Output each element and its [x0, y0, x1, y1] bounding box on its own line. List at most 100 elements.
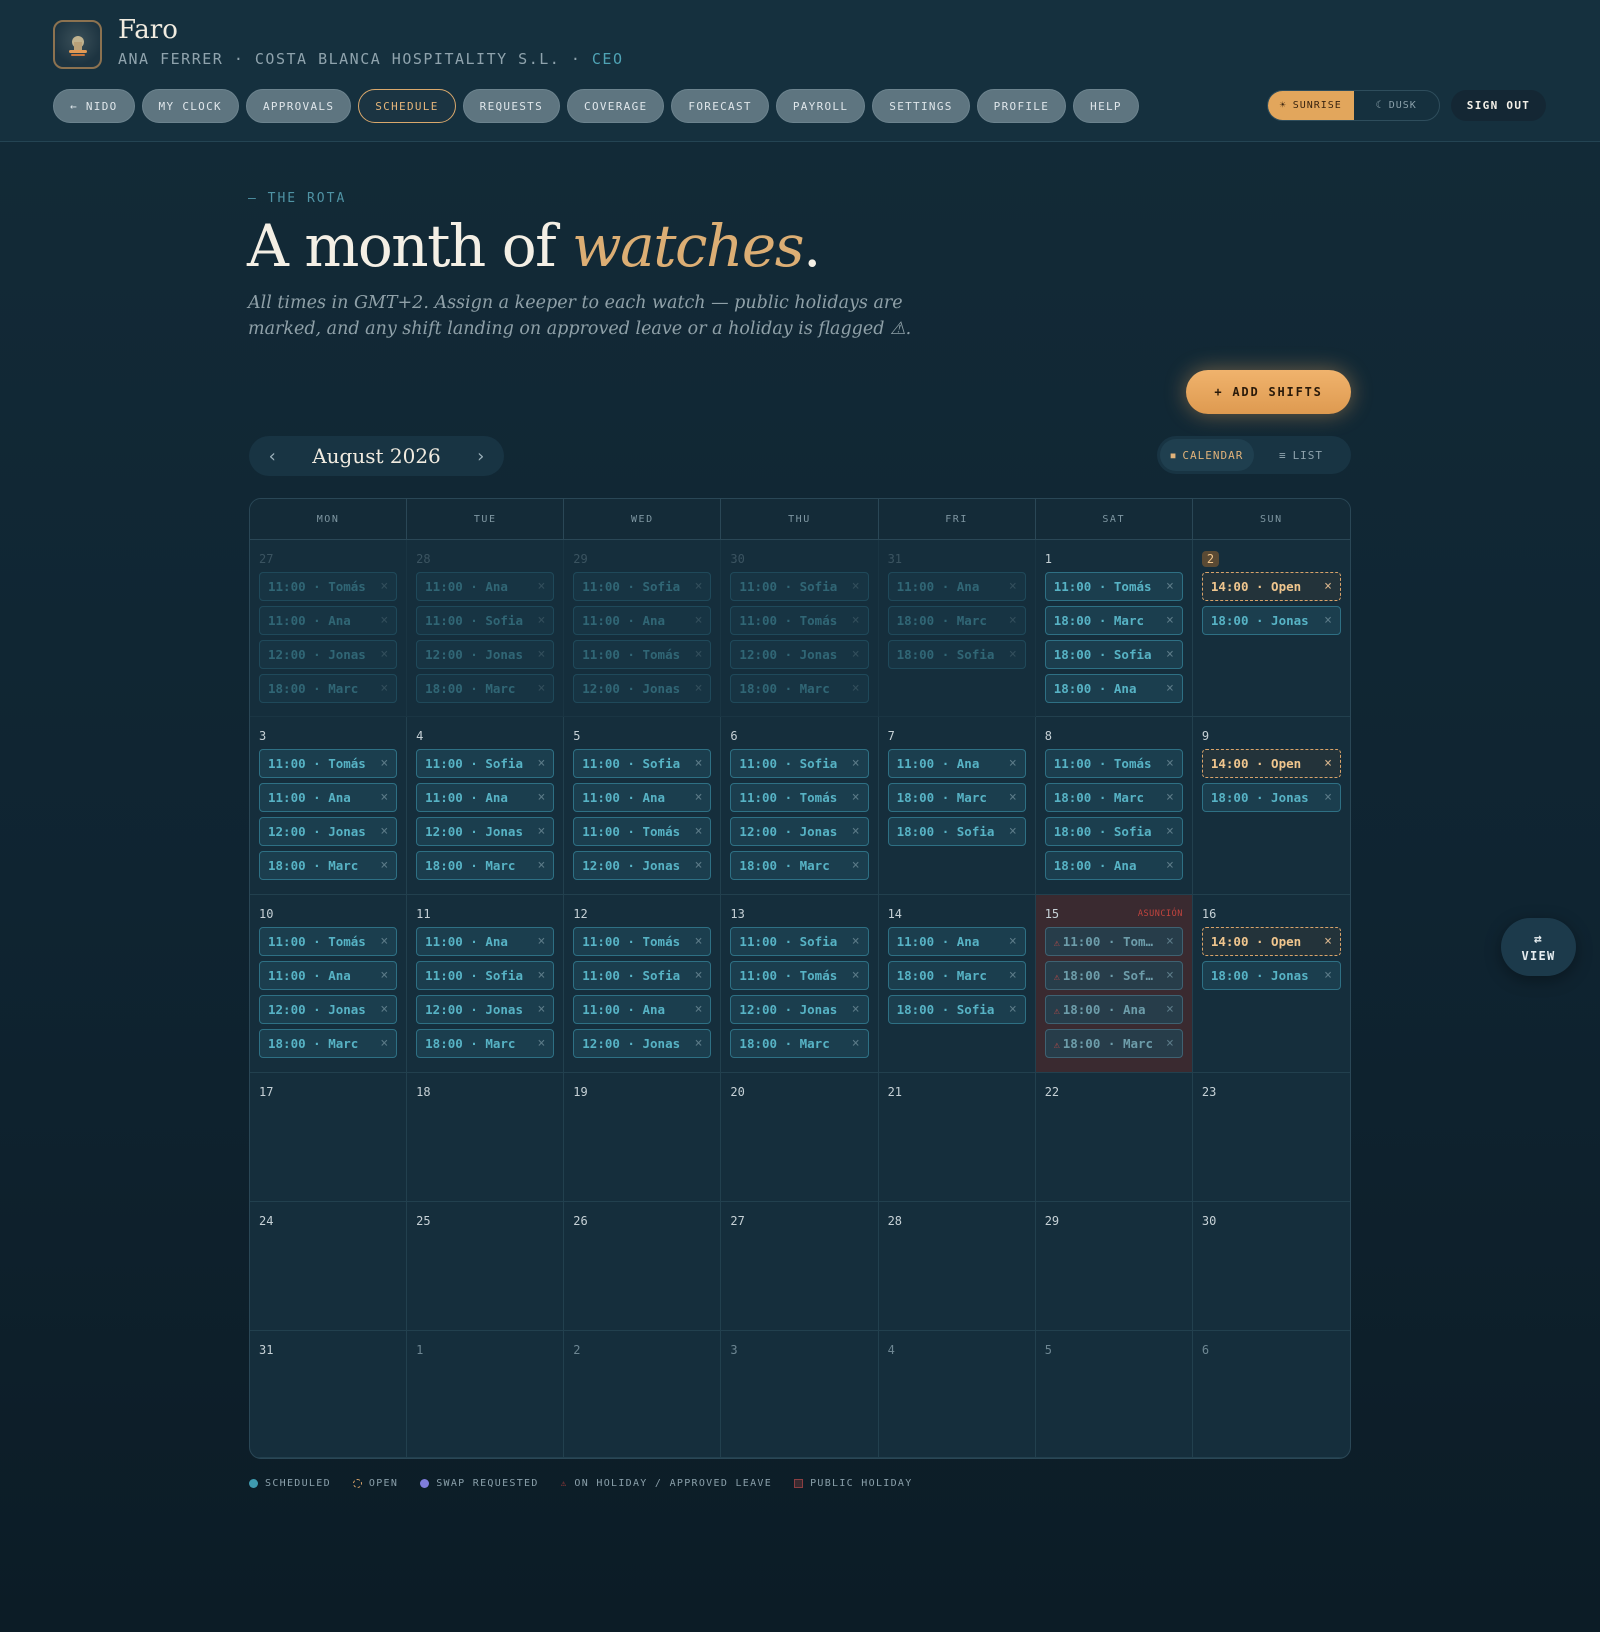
- shift-chip[interactable]: 18:00 · Marc ×: [416, 851, 555, 880]
- remove-shift-icon[interactable]: ×: [695, 934, 703, 949]
- remove-shift-icon[interactable]: ×: [1166, 756, 1174, 771]
- remove-shift-icon[interactable]: ×: [852, 934, 860, 949]
- remove-shift-icon[interactable]: ×: [852, 790, 860, 805]
- remove-shift-icon[interactable]: ×: [695, 613, 703, 628]
- shift-chip[interactable]: 11:00 · Ana ×: [887, 572, 1026, 601]
- day-cell[interactable]: 3: [721, 1331, 879, 1458]
- calendar-view-button[interactable]: ■ CALENDAR: [1160, 439, 1254, 471]
- remove-shift-icon[interactable]: ×: [537, 824, 545, 839]
- remove-shift-icon[interactable]: ×: [852, 681, 860, 696]
- shift-chip[interactable]: 18:00 · Marc ×: [259, 1029, 398, 1058]
- remove-shift-icon[interactable]: ×: [1324, 790, 1332, 805]
- shift-chip[interactable]: 18:00 · Jonas ×: [1201, 606, 1341, 635]
- day-cell[interactable]: 30 11:00 · Sofia × 11:00 · Tomás × 12:00 · Jo…: [721, 540, 879, 717]
- shift-chip[interactable]: ⚠ 18:00 · Sof… ×: [1044, 961, 1183, 990]
- remove-shift-icon[interactable]: ×: [852, 858, 860, 873]
- remove-shift-icon[interactable]: ×: [1009, 756, 1017, 771]
- day-cell[interactable]: 16 14:00 · Open × 18:00 · Jonas ×: [1192, 895, 1350, 1073]
- remove-shift-icon[interactable]: ×: [537, 934, 545, 949]
- shift-chip[interactable]: 11:00 · Tomás ×: [573, 927, 712, 956]
- day-cell[interactable]: 9 14:00 · Open × 18:00 · Jonas ×: [1192, 717, 1350, 895]
- day-cell[interactable]: 18: [407, 1073, 565, 1202]
- shift-chip[interactable]: 18:00 · Sofia ×: [1044, 640, 1183, 669]
- day-cell[interactable]: 30: [1192, 1202, 1350, 1331]
- day-cell[interactable]: 11 11:00 · Ana × 11:00 · Sofia × 12:00 · Jona…: [407, 895, 565, 1073]
- shift-chip[interactable]: 18:00 · Marc ×: [1044, 783, 1183, 812]
- nav-nido[interactable]: ← NIDO: [53, 89, 135, 123]
- shift-chip[interactable]: 18:00 · Marc ×: [1044, 606, 1183, 635]
- remove-shift-icon[interactable]: ×: [1166, 1002, 1174, 1017]
- shift-chip[interactable]: 18:00 · Sofia ×: [887, 817, 1026, 846]
- shift-chip[interactable]: 11:00 · Tomás ×: [730, 961, 869, 990]
- shift-chip[interactable]: ⚠ 11:00 · Tom… ×: [1044, 927, 1183, 956]
- day-cell[interactable]: 20: [721, 1073, 879, 1202]
- shift-chip[interactable]: 18:00 · Ana ×: [1044, 674, 1183, 703]
- nav-settings[interactable]: SETTINGS: [872, 89, 970, 123]
- remove-shift-icon[interactable]: ×: [537, 1002, 545, 1017]
- view-options-button[interactable]: ⇄ VIEW: [1501, 918, 1576, 976]
- remove-shift-icon[interactable]: ×: [1166, 934, 1174, 949]
- next-month-button[interactable]: ›: [475, 446, 486, 467]
- remove-shift-icon[interactable]: ×: [1009, 790, 1017, 805]
- add-shifts-button[interactable]: + ADD SHIFTS: [1186, 370, 1351, 414]
- remove-shift-icon[interactable]: ×: [380, 968, 388, 983]
- remove-shift-icon[interactable]: ×: [695, 824, 703, 839]
- remove-shift-icon[interactable]: ×: [695, 790, 703, 805]
- day-cell[interactable]: 7 11:00 · Ana × 18:00 · Marc × 18:00 · Sofia ×: [878, 717, 1036, 895]
- remove-shift-icon[interactable]: ×: [380, 579, 388, 594]
- day-cell[interactable]: 26: [564, 1202, 722, 1331]
- theme-dusk-button[interactable]: ☾ DUSK: [1354, 91, 1440, 120]
- shift-chip[interactable]: 11:00 · Ana ×: [416, 783, 555, 812]
- day-cell[interactable]: 8 11:00 · Tomás × 18:00 · Marc × 18:00 · Sofi…: [1035, 717, 1193, 895]
- day-cell[interactable]: 14 11:00 · Ana × 18:00 · Marc × 18:00 · Sofia…: [878, 895, 1036, 1073]
- day-cell[interactable]: 6: [1192, 1331, 1350, 1458]
- shift-chip[interactable]: 11:00 · Ana ×: [416, 927, 555, 956]
- remove-shift-icon[interactable]: ×: [1009, 968, 1017, 983]
- open-shift-chip[interactable]: 14:00 · Open ×: [1201, 749, 1341, 778]
- day-cell[interactable]: 2: [564, 1331, 722, 1458]
- remove-shift-icon[interactable]: ×: [1324, 934, 1332, 949]
- shift-chip[interactable]: 12:00 · Jonas ×: [416, 817, 555, 846]
- shift-chip[interactable]: 11:00 · Tomás ×: [573, 817, 712, 846]
- day-cell[interactable]: 6 11:00 · Sofia × 11:00 · Tomás × 12:00 · Jon…: [721, 717, 879, 895]
- remove-shift-icon[interactable]: ×: [695, 858, 703, 873]
- remove-shift-icon[interactable]: ×: [537, 579, 545, 594]
- shift-chip[interactable]: 12:00 · Jonas ×: [573, 851, 712, 880]
- shift-chip[interactable]: ⚠ 18:00 · Ana ×: [1044, 995, 1183, 1024]
- remove-shift-icon[interactable]: ×: [380, 1002, 388, 1017]
- day-cell[interactable]: 17: [250, 1073, 408, 1202]
- shift-chip[interactable]: 11:00 · Sofia ×: [730, 749, 869, 778]
- shift-chip[interactable]: 18:00 · Marc ×: [887, 783, 1026, 812]
- shift-chip[interactable]: 18:00 · Marc ×: [730, 674, 869, 703]
- day-cell[interactable]: 29 11:00 · Sofia × 11:00 · Ana × 11:00 · Tomá…: [564, 540, 722, 717]
- nav-help[interactable]: HELP: [1073, 89, 1139, 123]
- shift-chip[interactable]: 18:00 · Jonas ×: [1201, 783, 1341, 812]
- shift-chip[interactable]: 11:00 · Tomás ×: [259, 572, 398, 601]
- theme-sunrise-button[interactable]: ☀ SUNRISE: [1268, 91, 1354, 120]
- shift-chip[interactable]: 12:00 · Jonas ×: [573, 1029, 712, 1058]
- shift-chip[interactable]: 11:00 · Sofia ×: [573, 961, 712, 990]
- remove-shift-icon[interactable]: ×: [1166, 647, 1174, 662]
- remove-shift-icon[interactable]: ×: [1009, 934, 1017, 949]
- shift-chip[interactable]: 18:00 · Marc ×: [259, 674, 398, 703]
- shift-chip[interactable]: 18:00 · Marc ×: [887, 606, 1026, 635]
- day-cell[interactable]: 10 11:00 · Tomás × 11:00 · Ana × 12:00 · Jona…: [250, 895, 408, 1073]
- remove-shift-icon[interactable]: ×: [852, 579, 860, 594]
- nav-requests[interactable]: REQUESTS: [462, 89, 561, 123]
- remove-shift-icon[interactable]: ×: [852, 824, 860, 839]
- remove-shift-icon[interactable]: ×: [1166, 579, 1174, 594]
- shift-chip[interactable]: 12:00 · Jonas ×: [730, 640, 869, 669]
- day-cell[interactable]: 1: [407, 1331, 565, 1458]
- remove-shift-icon[interactable]: ×: [695, 968, 703, 983]
- remove-shift-icon[interactable]: ×: [537, 681, 545, 696]
- remove-shift-icon[interactable]: ×: [852, 968, 860, 983]
- shift-chip[interactable]: 12:00 · Jonas ×: [259, 817, 398, 846]
- remove-shift-icon[interactable]: ×: [695, 756, 703, 771]
- remove-shift-icon[interactable]: ×: [380, 824, 388, 839]
- day-cell[interactable]: 19: [564, 1073, 722, 1202]
- day-cell[interactable]: 28 11:00 · Ana × 11:00 · Sofia × 12:00 · Jona…: [407, 540, 565, 717]
- day-cell[interactable]: 5: [1035, 1331, 1193, 1458]
- open-shift-chip[interactable]: 14:00 · Open ×: [1201, 572, 1341, 601]
- sign-out-button[interactable]: SIGN OUT: [1451, 90, 1546, 121]
- shift-chip[interactable]: 18:00 · Marc ×: [730, 851, 869, 880]
